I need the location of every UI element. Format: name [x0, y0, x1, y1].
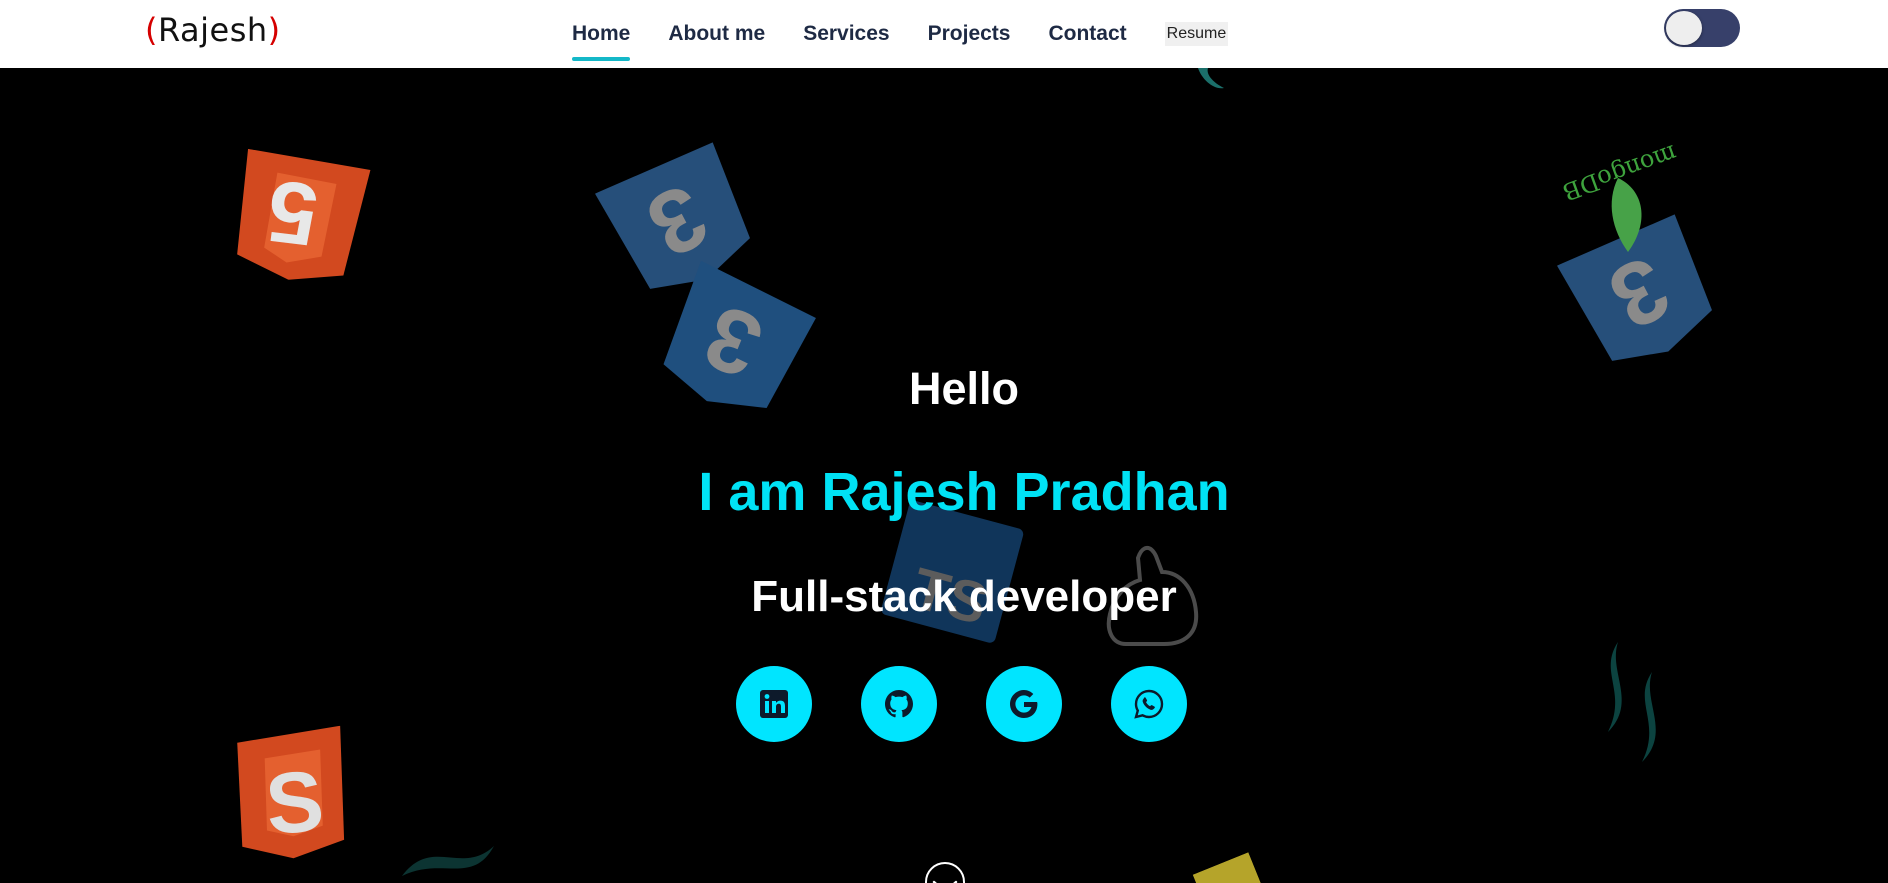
- nav-projects[interactable]: Projects: [928, 16, 1011, 52]
- linkedin-link[interactable]: [736, 666, 812, 742]
- google-icon: [1010, 690, 1038, 718]
- html5-icon: 5: [237, 148, 371, 280]
- html5-icon: S: [237, 725, 345, 859]
- nav-services[interactable]: Services: [803, 16, 889, 52]
- nodejs-icon: [1198, 68, 1224, 89]
- logo-text: Rajesh: [157, 11, 268, 49]
- linkedin-icon: [760, 690, 788, 718]
- tailwind-icon: [402, 846, 494, 876]
- scroll-down-button[interactable]: [925, 862, 965, 883]
- resume-button[interactable]: Resume: [1164, 22, 1229, 46]
- tailwind-icon: [1608, 642, 1656, 762]
- double-chevron-down-icon: [932, 880, 958, 883]
- hero-role: Full-stack developer: [751, 572, 1177, 621]
- github-link[interactable]: [861, 666, 937, 742]
- javascript-icon: [1192, 852, 1264, 883]
- mongodb-icon: mongoDB: [1559, 139, 1681, 252]
- google-link[interactable]: [986, 666, 1062, 742]
- nav-about-me[interactable]: About me: [668, 16, 765, 52]
- theme-toggle-knob: [1666, 11, 1702, 45]
- hero-section: 5 3 3 3 mongoDB TS S Hello I am Rajesh P…: [0, 68, 1888, 883]
- nav-home[interactable]: Home: [572, 16, 631, 61]
- site-logo[interactable]: (Rajesh): [145, 11, 281, 49]
- theme-toggle[interactable]: [1664, 9, 1740, 47]
- logo-open-paren: (: [145, 11, 158, 49]
- hero-greeting: Hello: [908, 363, 1020, 414]
- whatsapp-icon: [1134, 689, 1164, 719]
- whatsapp-link[interactable]: [1111, 666, 1187, 742]
- github-icon: [885, 690, 913, 718]
- main-nav: Home About me Services Projects Contact …: [572, 0, 1229, 68]
- nav-contact[interactable]: Contact: [1048, 16, 1126, 52]
- navbar: (Rajesh) Home About me Services Projects…: [0, 0, 1888, 68]
- svg-text:S: S: [262, 753, 328, 854]
- logo-close-paren: ): [267, 11, 281, 49]
- hero-name: I am Rajesh Pradhan: [698, 462, 1230, 522]
